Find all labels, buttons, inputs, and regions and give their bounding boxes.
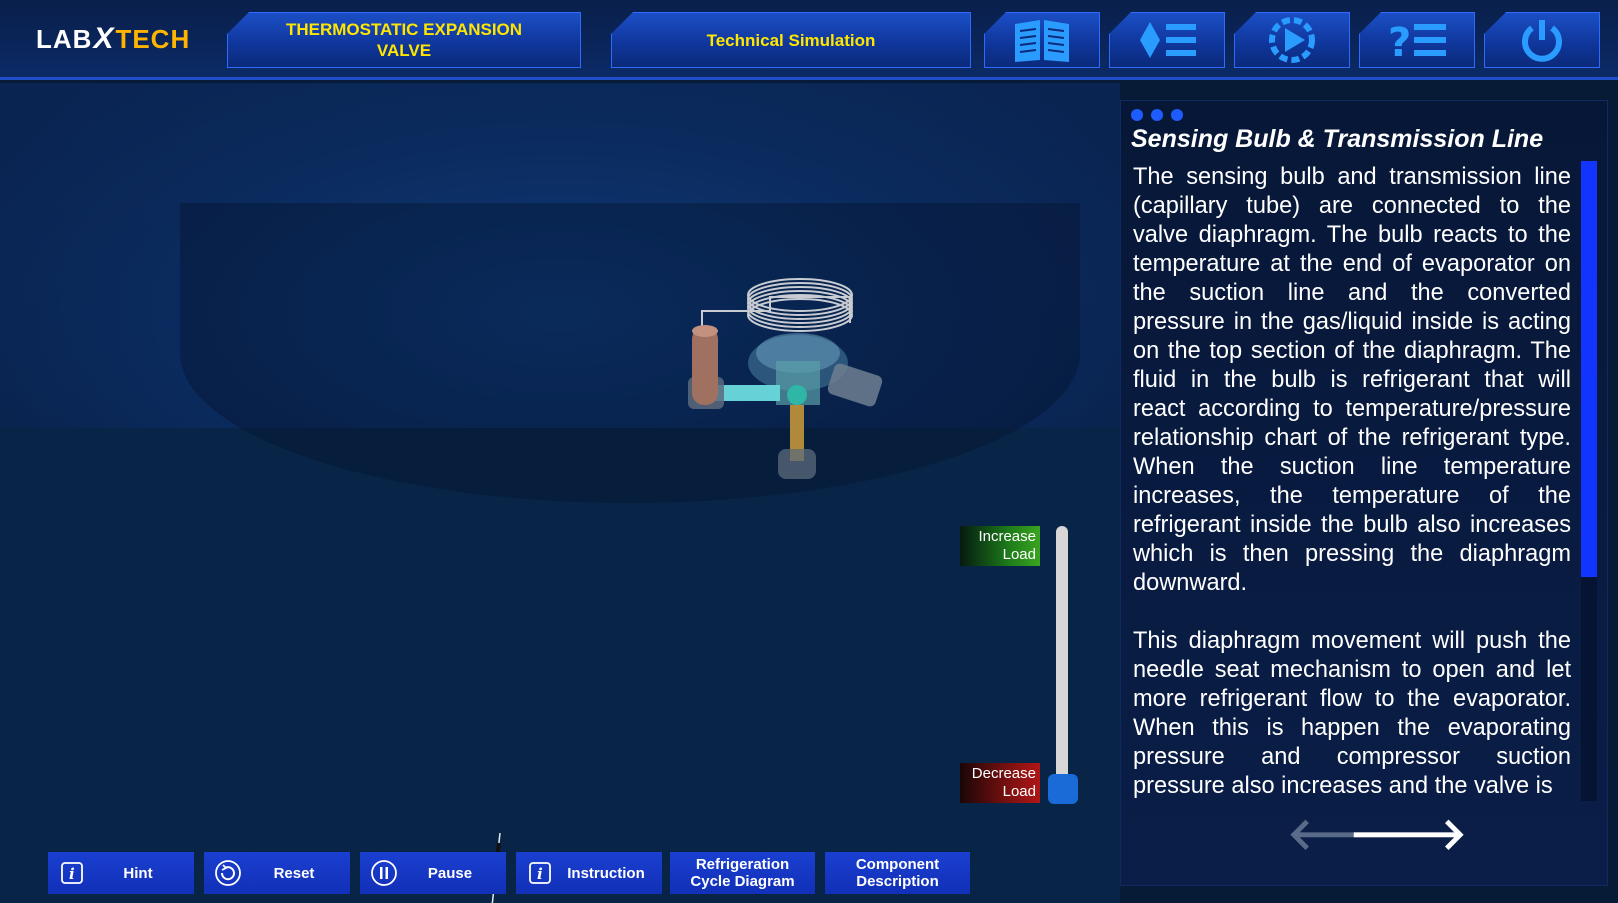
load-slider-track[interactable] — [1056, 526, 1068, 798]
help-button[interactable]: ? — [1359, 12, 1475, 68]
instruction-button[interactable]: i Instruction — [516, 852, 662, 894]
pause-label: Pause — [427, 864, 473, 882]
hint-label: Hint — [123, 864, 153, 882]
description-panel: Sensing Bulb & Transmission Line The sen… — [1120, 100, 1608, 886]
decrease-load-label[interactable]: Decrease Load — [960, 763, 1040, 803]
next-page-arrow-icon[interactable]: 🡒 — [1349, 810, 1467, 859]
module-title: THERMOSTATIC EXPANSION VALVE — [227, 12, 581, 68]
labxtech-logo: LAB X TECH — [36, 16, 189, 62]
increase-load-text-2: Load — [1002, 546, 1036, 563]
refrigeration-label-line2: Cycle Diagram — [690, 873, 795, 890]
instruction-label: Instruction — [567, 864, 645, 882]
panel-title: Sensing Bulb & Transmission Line — [1131, 125, 1544, 153]
menu-list-icon — [1140, 22, 1196, 58]
play-settings-icon — [1269, 17, 1315, 63]
svg-text:?: ? — [1388, 20, 1411, 64]
refrigeration-cycle-diagram-button[interactable]: Refrigeration Cycle Diagram — [670, 852, 815, 894]
top-bar: LAB X TECH THERMOSTATIC EXPANSION VALVE … — [0, 0, 1618, 80]
reset-label: Reset — [273, 864, 315, 882]
pause-icon — [366, 852, 402, 894]
pause-button[interactable]: Pause — [360, 852, 506, 894]
decrease-load-text-1: Decrease — [971, 765, 1036, 782]
logo-x: X — [93, 22, 115, 55]
component-description-label: Component Description — [825, 856, 970, 890]
reset-icon — [210, 852, 246, 894]
increase-load-text-1: Increase — [978, 528, 1036, 545]
panel-dot — [1131, 109, 1143, 121]
increase-load-label[interactable]: Increase Load — [960, 526, 1040, 566]
component-description-button[interactable]: Component Description — [825, 852, 970, 894]
logo-tech: TECH — [115, 23, 191, 54]
scene-shadow — [180, 203, 1080, 503]
panel-paragraph-1: The sensing bulb and transmission line (… — [1133, 164, 1571, 596]
svg-text:i: i — [69, 865, 75, 883]
power-icon — [1522, 20, 1562, 62]
panel-dot — [1171, 109, 1183, 121]
simulation-mode-label: Technical Simulation — [611, 12, 971, 68]
component-label-line1: Component — [855, 856, 940, 873]
component-label-line2: Description — [856, 873, 939, 890]
refrigeration-label-line1: Refrigeration — [695, 856, 790, 873]
panel-scrollbar-thumb[interactable] — [1581, 161, 1597, 577]
panel-paragraph-2: This diaphragm movement will push the ne… — [1133, 628, 1571, 799]
panel-dots — [1131, 109, 1183, 121]
refrigeration-cycle-label: Refrigeration Cycle Diagram — [670, 856, 815, 890]
manual-button[interactable] — [984, 12, 1100, 68]
logo-lab: LAB — [36, 23, 93, 54]
load-slider-handle[interactable] — [1048, 774, 1078, 804]
menu-button[interactable] — [1109, 12, 1225, 68]
panel-scrollbar[interactable] — [1581, 161, 1597, 801]
expansion-valve-model[interactable] — [680, 273, 900, 513]
svg-text:i: i — [537, 865, 543, 883]
reset-button[interactable]: Reset — [204, 852, 350, 894]
decrease-load-text-2: Load — [1002, 783, 1036, 800]
help-list-icon: ? — [1388, 20, 1446, 64]
module-title-line2: VALVE — [376, 41, 432, 60]
panel-body[interactable]: The sensing bulb and transmission line (… — [1133, 163, 1571, 803]
manual-book-icon — [1015, 20, 1069, 62]
info-icon: i — [54, 852, 90, 894]
simulation-viewport[interactable] — [0, 83, 1120, 903]
panel-dot — [1151, 109, 1163, 121]
hint-button[interactable]: i Hint — [48, 852, 194, 894]
module-title-line1: THERMOSTATIC EXPANSION — [285, 20, 523, 39]
power-button[interactable] — [1484, 12, 1600, 68]
info-icon: i — [522, 852, 558, 894]
simulation-button[interactable] — [1234, 12, 1350, 68]
